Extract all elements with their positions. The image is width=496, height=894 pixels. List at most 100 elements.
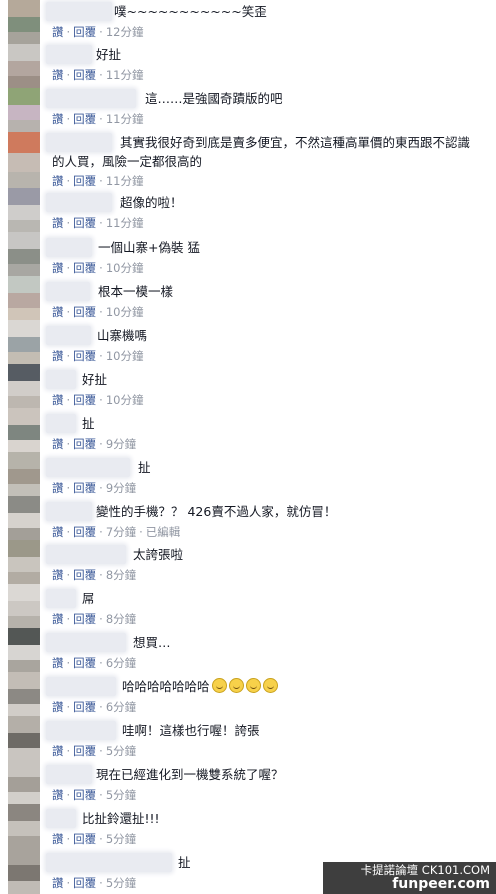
comment-timestamp[interactable]: 6分鐘 <box>106 656 136 670</box>
avatar[interactable] <box>8 672 40 716</box>
author-name-blurred[interactable] <box>46 809 76 828</box>
author-name-blurred[interactable] <box>46 589 76 608</box>
like-link[interactable]: 讚 <box>52 68 64 82</box>
like-link[interactable]: 讚 <box>52 700 64 714</box>
author-name-blurred[interactable] <box>46 765 92 784</box>
comment-timestamp[interactable]: 8分鐘 <box>106 568 136 582</box>
like-link[interactable]: 讚 <box>52 612 64 626</box>
like-link[interactable]: 讚 <box>52 788 64 802</box>
comment-timestamp[interactable]: 5分鐘 <box>106 788 136 802</box>
comment-timestamp[interactable]: 8分鐘 <box>106 612 136 626</box>
avatar[interactable] <box>8 88 40 132</box>
author-name-blurred[interactable] <box>46 45 92 64</box>
like-link[interactable]: 讚 <box>52 568 64 582</box>
avatar[interactable] <box>8 188 40 232</box>
comment-timestamp[interactable]: 10分鐘 <box>106 393 144 407</box>
comment-timestamp[interactable]: 5分鐘 <box>106 832 136 846</box>
avatar[interactable] <box>8 44 40 88</box>
reply-link[interactable]: 回覆 <box>73 216 96 230</box>
reply-link[interactable]: 回覆 <box>73 612 96 626</box>
author-name-blurred[interactable] <box>46 193 112 212</box>
avatar[interactable] <box>8 132 40 188</box>
comment-timestamp[interactable]: 5分鐘 <box>106 744 136 758</box>
reply-link[interactable]: 回覆 <box>73 481 96 495</box>
avatar[interactable] <box>8 0 40 44</box>
author-name-blurred[interactable] <box>46 238 92 257</box>
comment-timestamp[interactable]: 9分鐘 <box>106 437 136 451</box>
avatar[interactable] <box>8 540 40 584</box>
like-link[interactable]: 讚 <box>52 744 64 758</box>
author-name-blurred[interactable] <box>46 502 92 521</box>
like-link[interactable]: 讚 <box>52 437 64 451</box>
author-name-blurred[interactable] <box>46 89 136 108</box>
reply-link[interactable]: 回覆 <box>73 393 96 407</box>
like-link[interactable]: 讚 <box>52 393 64 407</box>
reply-link[interactable]: 回覆 <box>73 788 96 802</box>
avatar[interactable] <box>8 804 40 848</box>
avatar[interactable] <box>8 716 40 760</box>
reply-link[interactable]: 回覆 <box>73 174 96 188</box>
author-name-blurred[interactable] <box>46 370 76 389</box>
avatar[interactable] <box>8 364 40 408</box>
comment-timestamp[interactable]: 6分鐘 <box>106 700 136 714</box>
avatar[interactable] <box>8 848 40 894</box>
reply-link[interactable]: 回覆 <box>73 112 96 126</box>
avatar[interactable] <box>8 232 40 276</box>
comment-timestamp[interactable]: 11分鐘 <box>106 216 144 230</box>
reply-link[interactable]: 回覆 <box>73 261 96 275</box>
author-name-blurred[interactable] <box>46 326 91 345</box>
comment-timestamp[interactable]: 11分鐘 <box>106 112 144 126</box>
like-link[interactable]: 讚 <box>52 832 64 846</box>
reply-link[interactable]: 回覆 <box>73 832 96 846</box>
comment-timestamp[interactable]: 9分鐘 <box>106 481 136 495</box>
like-link[interactable]: 讚 <box>52 349 64 363</box>
avatar[interactable] <box>8 760 40 804</box>
reply-link[interactable]: 回覆 <box>73 525 96 539</box>
like-link[interactable]: 讚 <box>52 876 64 890</box>
reply-link[interactable]: 回覆 <box>73 744 96 758</box>
like-link[interactable]: 讚 <box>52 112 64 126</box>
comment-timestamp[interactable]: 7分鐘 <box>106 525 136 539</box>
comment-timestamp[interactable]: 11分鐘 <box>106 68 144 82</box>
avatar[interactable] <box>8 276 40 320</box>
author-name-blurred[interactable] <box>46 721 116 740</box>
author-name-blurred[interactable] <box>46 458 130 477</box>
reply-link[interactable]: 回覆 <box>73 437 96 451</box>
avatar[interactable] <box>8 584 40 628</box>
comment-timestamp[interactable]: 11分鐘 <box>106 174 144 188</box>
avatar[interactable] <box>8 496 40 540</box>
edited-label[interactable]: 已編輯 <box>146 525 181 539</box>
reply-link[interactable]: 回覆 <box>73 349 96 363</box>
reply-link[interactable]: 回覆 <box>73 68 96 82</box>
author-name-blurred[interactable] <box>46 414 76 433</box>
like-link[interactable]: 讚 <box>52 261 64 275</box>
like-link[interactable]: 讚 <box>52 216 64 230</box>
like-link[interactable]: 讚 <box>52 174 64 188</box>
like-link[interactable]: 讚 <box>52 305 64 319</box>
avatar[interactable] <box>8 452 40 496</box>
avatar[interactable] <box>8 408 40 452</box>
author-name-blurred[interactable] <box>46 545 126 564</box>
author-name-blurred[interactable] <box>46 2 112 21</box>
author-name-blurred[interactable] <box>46 282 90 301</box>
avatar[interactable] <box>8 628 40 672</box>
comment-timestamp[interactable]: 12分鐘 <box>106 25 144 39</box>
author-name-blurred[interactable] <box>46 853 172 872</box>
comment-timestamp[interactable]: 10分鐘 <box>106 349 144 363</box>
comment-timestamp[interactable]: 10分鐘 <box>106 305 144 319</box>
avatar[interactable] <box>8 320 40 364</box>
like-link[interactable]: 讚 <box>52 481 64 495</box>
author-name-blurred[interactable] <box>46 677 116 696</box>
reply-link[interactable]: 回覆 <box>73 305 96 319</box>
reply-link[interactable]: 回覆 <box>73 568 96 582</box>
comment-timestamp[interactable]: 10分鐘 <box>106 261 144 275</box>
author-name-blurred[interactable] <box>46 633 126 652</box>
comment-timestamp[interactable]: 5分鐘 <box>106 876 136 890</box>
reply-link[interactable]: 回覆 <box>73 876 96 890</box>
like-link[interactable]: 讚 <box>52 525 64 539</box>
reply-link[interactable]: 回覆 <box>73 25 96 39</box>
like-link[interactable]: 讚 <box>52 25 64 39</box>
reply-link[interactable]: 回覆 <box>73 656 96 670</box>
reply-link[interactable]: 回覆 <box>73 700 96 714</box>
like-link[interactable]: 讚 <box>52 656 64 670</box>
